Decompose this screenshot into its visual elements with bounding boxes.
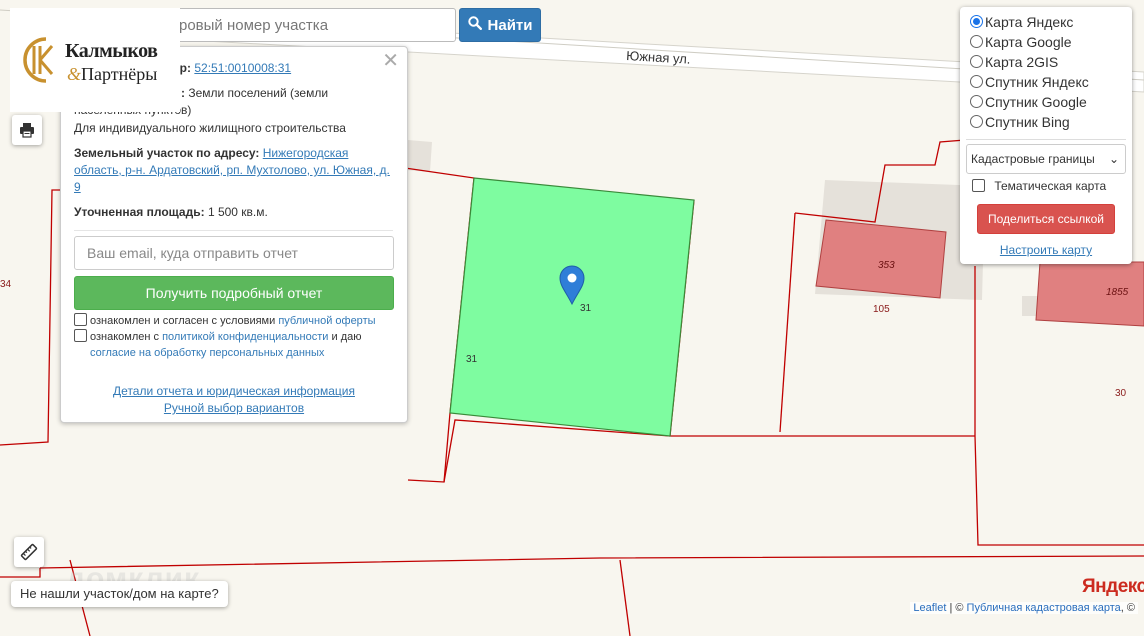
parcel-label-marker: 31 [580,303,592,314]
layer-option-yandex-satellite[interactable]: Спутник Яндекс [970,72,1089,92]
layer-option-google-satellite[interactable]: Спутник Google [970,92,1087,112]
building-red [815,219,947,299]
public-offer-link[interactable]: публичной оферты [278,315,375,327]
consent-offer-row: ознакомлен и согласен с условиями публич… [74,313,376,329]
yandex-logo: Яндекс [1082,576,1144,597]
not-found-button[interactable]: Не нашли участок/дом на карте? [11,581,228,607]
report-details-link[interactable]: Детали отчета и юридическая информация [61,384,407,398]
building-label-353: 353 [878,260,895,271]
logo-mark-icon [23,37,54,83]
consent-offer-text: ознакомлен и согласен с условиями [90,315,276,327]
search-button[interactable]: Найти [459,8,541,42]
ruler-button[interactable] [14,537,44,567]
cadastral-number-link[interactable]: 52:51:0010008:31 [194,61,291,75]
layer-option-label: Спутник Bing [985,114,1070,130]
consent-privacy-text: ознакомлен с [90,331,160,343]
address-row: Земельный участок по адресу: Нижегородск… [74,145,393,196]
thematic-map-checkbox[interactable] [972,179,985,192]
layer-option-label: Карта 2GIS [985,54,1059,70]
overlay-select-value: Кадастровые границы [971,152,1095,166]
consent-privacy-mid: и даю [331,331,362,343]
parcel-label-105: 105 [873,304,890,315]
pkk-link[interactable]: Публичная кадастровая карта [967,602,1121,614]
radio-icon[interactable] [970,95,983,108]
selected-parcel[interactable] [449,177,695,437]
attribution-separator: | [949,602,953,614]
logo-partners: Партнёры [81,64,158,84]
configure-map-link[interactable]: Настроить карту [960,243,1132,257]
radio-icon[interactable] [970,55,983,68]
building-grey [406,140,432,172]
logo-subtitle: &Партнёры [67,64,157,85]
permitted-use: Для индивидуального жилищного строительс… [74,121,346,135]
print-button[interactable] [12,115,42,145]
consent-privacy-row: ознакомлен с политикой конфиденциальност… [74,329,393,361]
cadastral-number-row: ер: 52:51:0010008:31 [173,60,393,77]
layer-option-bing-satellite[interactable]: Спутник Bing [970,112,1070,132]
ruler-icon [20,543,38,561]
layer-option-label: Спутник Яндекс [985,74,1089,90]
radio-icon[interactable] [970,115,983,128]
radio-icon[interactable] [970,35,983,48]
attribution: Leaflet | © Публичная кадастровая карта,… [910,602,1138,614]
radio-icon[interactable] [970,75,983,88]
parcel-label: 31 [466,354,478,365]
layer-option-label: Карта Яндекс [985,14,1074,30]
layer-option-yandex-map[interactable]: Карта Яндекс [970,12,1073,32]
share-link-button[interactable]: Поделиться ссылкой [977,204,1115,234]
company-logo[interactable]: Калмыков &Партнёры [10,8,180,112]
personal-data-consent-link[interactable]: согласие на обработку персональных данны… [74,347,324,359]
layer-control: Карта Яндекс Карта Google Карта 2GIS Спу… [960,7,1132,264]
leaflet-link[interactable]: Leaflet [913,602,946,614]
logo-name: Калмыков [65,40,158,62]
radio-selected-icon[interactable] [970,15,983,28]
area-label: Уточненная площадь: [74,205,205,219]
layer-option-google-map[interactable]: Карта Google [970,32,1072,52]
category-label: : [181,86,185,100]
get-report-button[interactable]: Получить подробный отчет [74,276,394,310]
logo-ampersand: & [67,64,82,84]
attribution-copyright: © [955,602,964,614]
category-row: : Земли поселений (земли [181,85,393,102]
address-label: Земельный участок по адресу: [74,146,260,160]
print-icon [20,123,34,138]
divider [74,230,393,231]
layer-divider [966,139,1126,140]
overlay-select[interactable]: Кадастровые границы ⌄ [966,144,1126,174]
area-row: Уточненная площадь: 1 500 кв.м. [74,204,393,221]
email-field[interactable] [74,236,394,270]
thematic-map-row[interactable]: Тематическая карта [972,178,1106,194]
layer-option-2gis-map[interactable]: Карта 2GIS [970,52,1058,72]
search-icon [467,16,482,34]
manual-selection-link[interactable]: Ручной выбор вариантов [61,401,407,415]
layer-option-label: Спутник Google [985,94,1087,110]
chevron-down-icon: ⌄ [1108,152,1119,166]
thematic-map-label: Тематическая карта [994,179,1107,193]
building-label-1855: 1855 [1106,287,1129,298]
parcel-label-34: 34 [0,279,12,290]
privacy-checkbox[interactable] [74,329,87,342]
area-value: 1 500 кв.м. [207,205,268,219]
privacy-policy-link[interactable]: политикой конфиденциальности [162,331,328,343]
category-value: Земли поселений (земли [188,86,329,100]
search-button-label: Найти [487,16,533,34]
offer-checkbox[interactable] [74,313,87,326]
parcel-label-30: 30 [1115,388,1127,399]
layer-option-label: Карта Google [985,34,1072,50]
attribution-copyright-2: , © [1120,602,1135,614]
